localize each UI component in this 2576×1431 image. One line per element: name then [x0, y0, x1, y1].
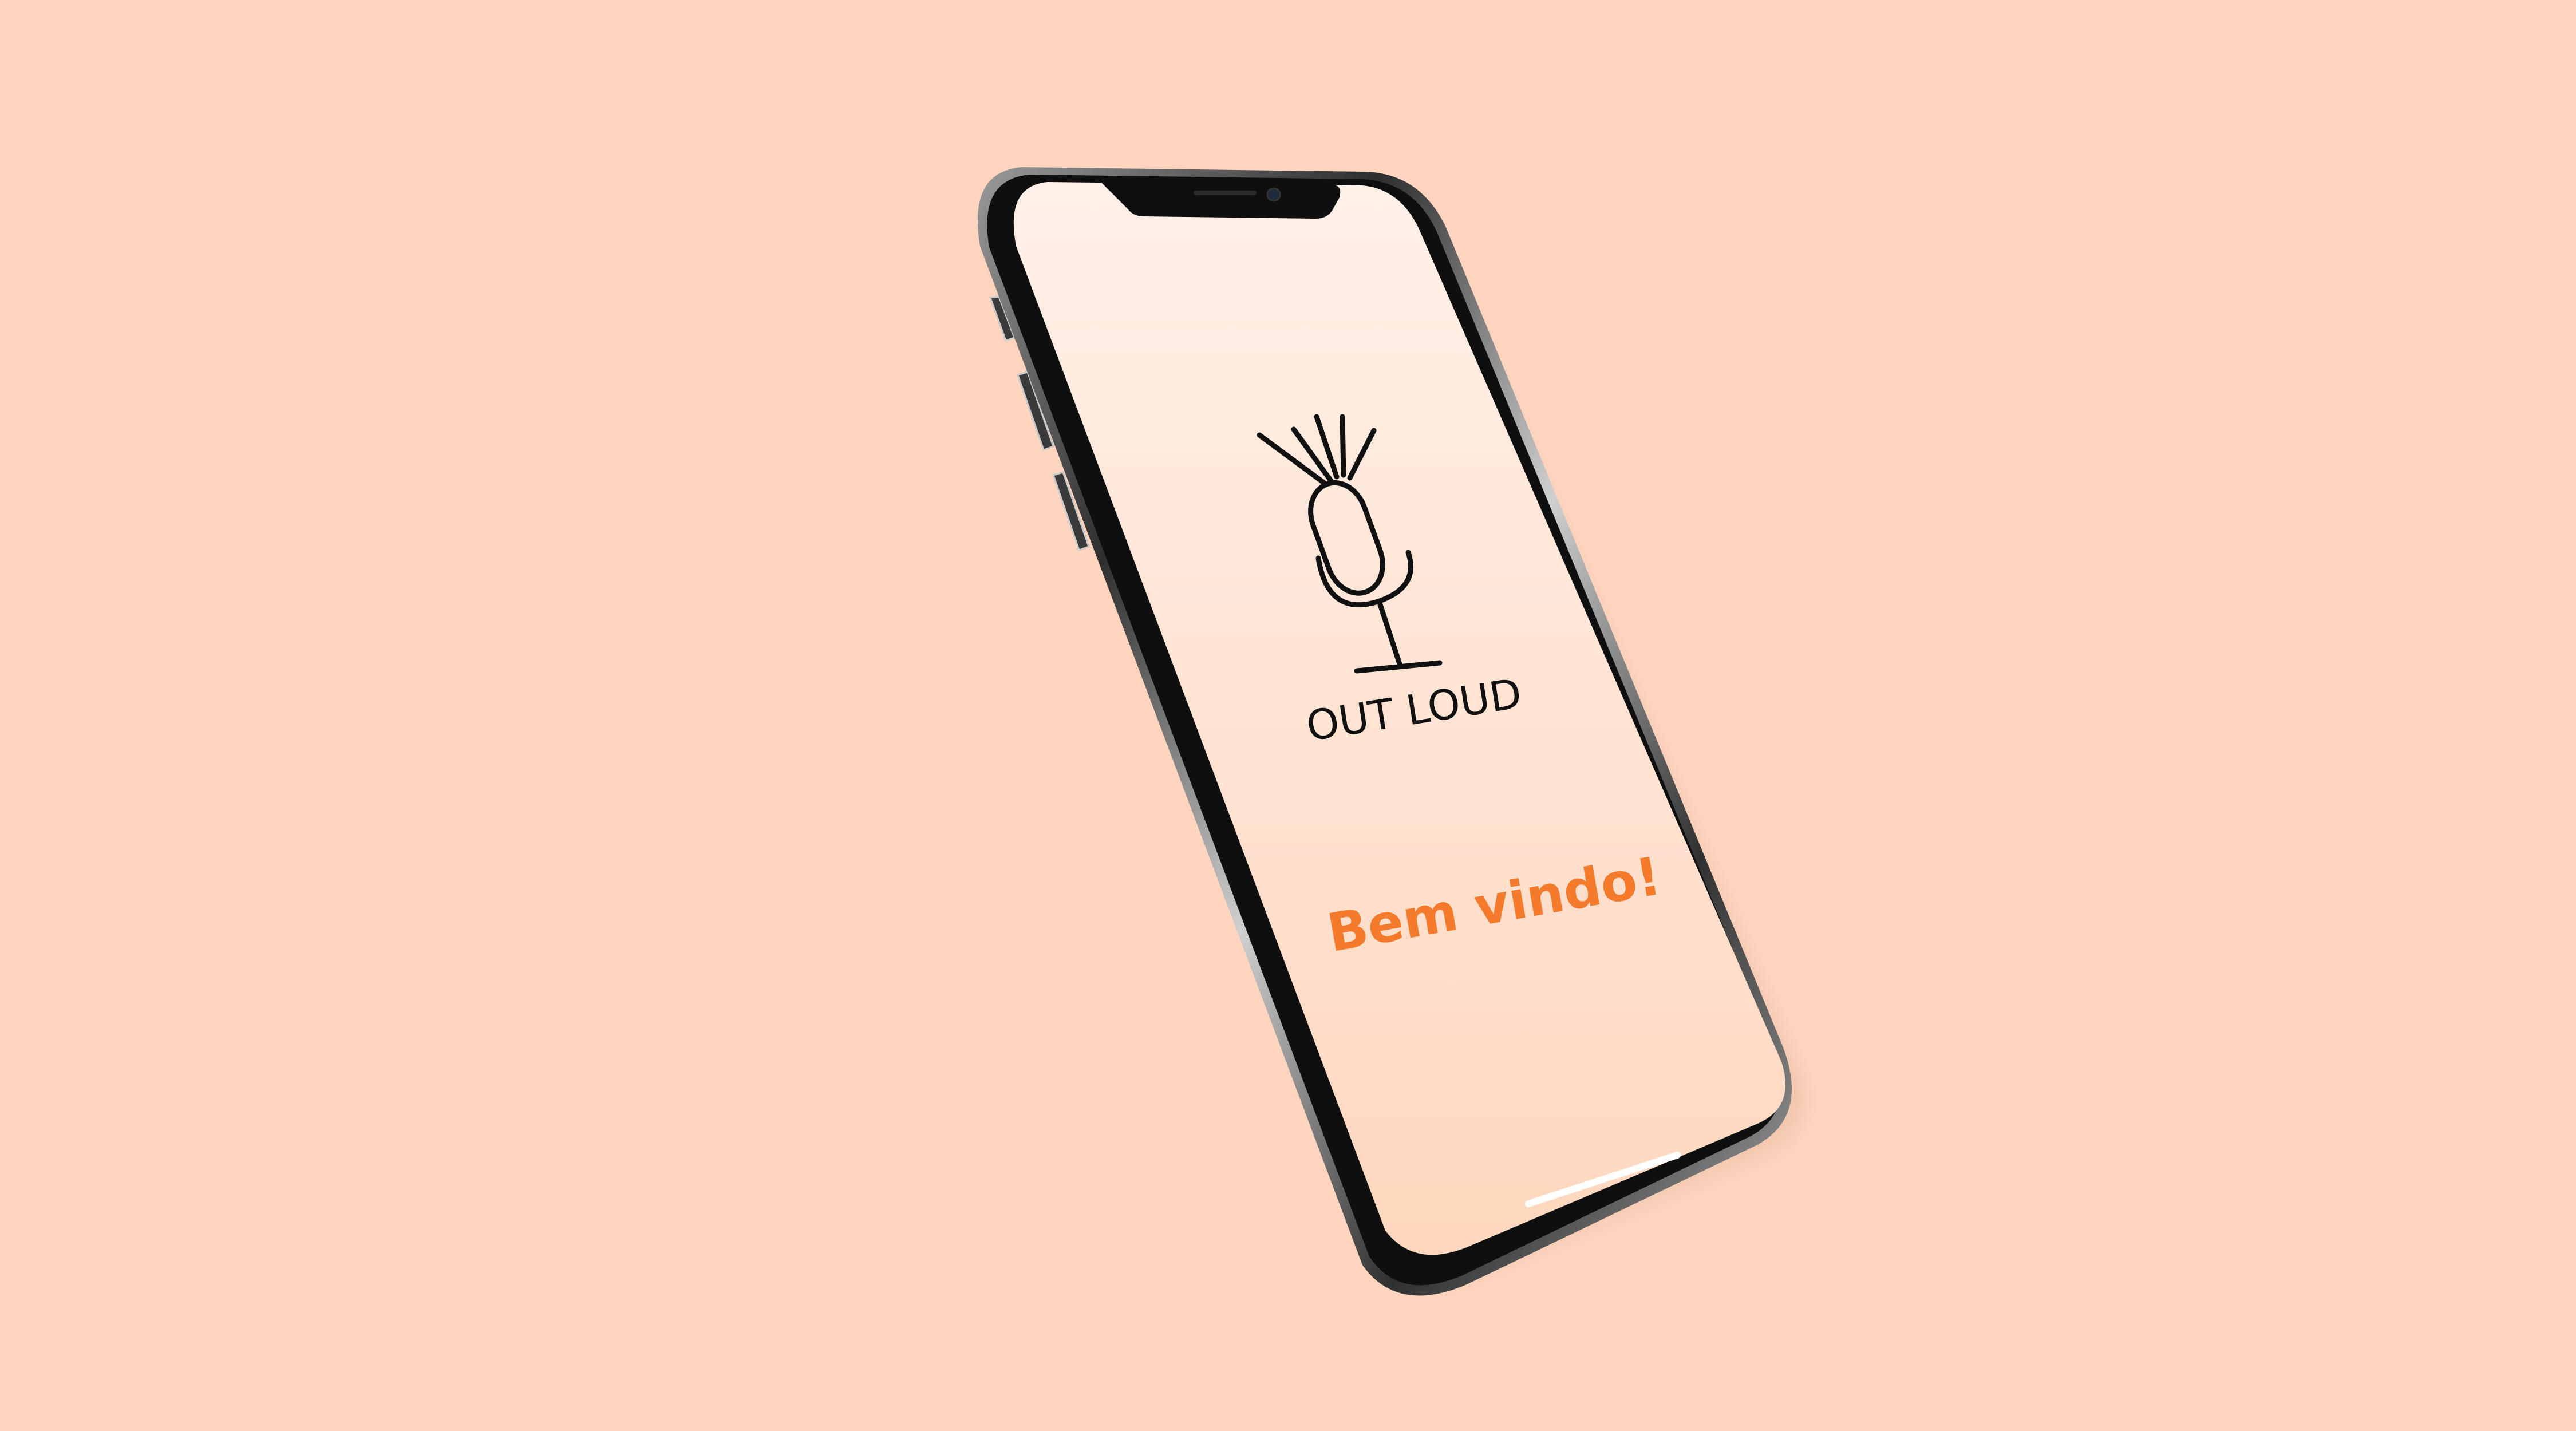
front-camera [1266, 187, 1281, 202]
mockup-scene: OUT LOUD Bem vindo! [0, 0, 2576, 1431]
logo-ray [1340, 414, 1346, 478]
notch [1102, 182, 1341, 219]
speaker-grill [1194, 191, 1257, 195]
